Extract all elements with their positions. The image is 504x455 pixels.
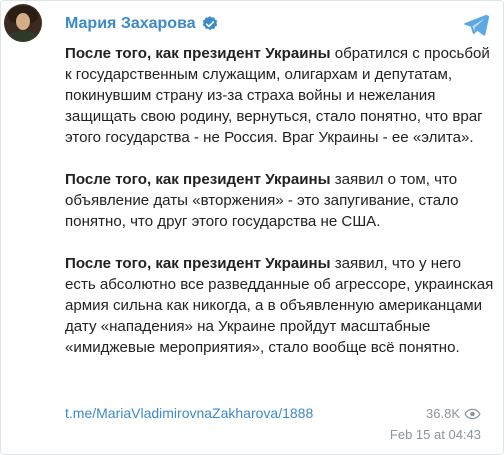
verified-badge-icon [202,16,217,31]
channel-header: Мария Захарова [65,13,219,35]
post-paragraph: После того, как президент Украины обрати… [65,43,495,148]
view-count-value: 36.8K [426,406,460,421]
avatar-shoulder [6,31,40,42]
telegram-post-card: Мария Захарова После того, как президент… [0,0,504,455]
telegram-logo-icon[interactable] [463,11,489,37]
paragraph-lead: После того, как президент Украины [65,45,331,62]
post-body: После того, как президент Украины обрати… [65,43,495,379]
channel-name[interactable]: Мария Захарова [65,15,196,33]
paragraph-lead: После того, как президент Украины [65,255,331,272]
view-count: 36.8K [426,406,481,421]
post-link[interactable]: t.me/MariaVladimirovnaZakharova/1888 [65,405,313,421]
post-paragraph: После того, как президент Украины заявил… [65,253,495,358]
post-paragraph: После того, как президент Украины заявил… [65,169,495,232]
eye-icon [464,408,481,419]
avatar-face [16,13,30,30]
post-date[interactable]: Feb 15 at 04:43 [390,427,481,442]
avatar[interactable] [4,4,42,42]
paragraph-lead: После того, как президент Украины [65,171,331,188]
